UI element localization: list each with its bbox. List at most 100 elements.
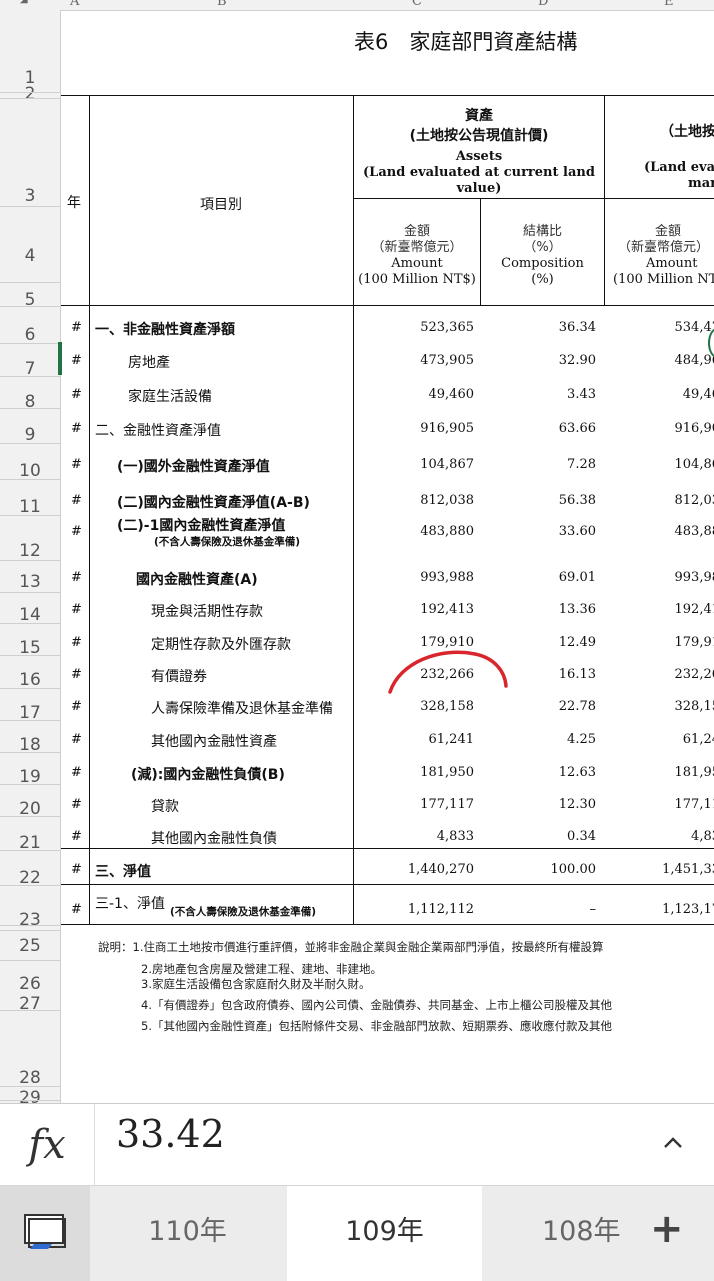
composition-cell[interactable]: 7.28 (481, 457, 596, 472)
e-amount-cell[interactable]: 4,83 (605, 829, 714, 844)
e-amount-cell[interactable]: 61,24 (605, 732, 714, 747)
composition-cell[interactable]: 13.36 (481, 602, 596, 617)
row-mark[interactable]: # (71, 493, 82, 508)
composition-cell[interactable]: – (481, 902, 597, 917)
item-label[interactable]: 家庭生活設備 (128, 386, 212, 406)
item-label[interactable]: (二)國內金融性資產淨值(A-B) (117, 492, 310, 512)
tab-110[interactable]: 110年 (90, 1186, 285, 1281)
e-amount-cell[interactable]: 232,26 (605, 667, 714, 682)
amount-cell[interactable]: 192,413 (354, 602, 474, 617)
row-mark[interactable]: # (71, 902, 82, 917)
row-number[interactable]: 8 (0, 392, 60, 412)
e-amount-cell[interactable]: 104,86 (605, 457, 714, 472)
composition-cell[interactable]: 0.34 (481, 829, 596, 844)
row-number[interactable]: 27 (0, 994, 60, 1014)
row-mark[interactable]: # (71, 829, 82, 844)
composition-cell[interactable]: 36.34 (481, 320, 596, 335)
composition-cell[interactable]: 100.00 (481, 862, 597, 877)
select-all-corner[interactable]: ◢ (20, 0, 28, 5)
row-mark[interactable]: # (71, 320, 82, 335)
row-mark[interactable]: # (71, 699, 82, 714)
composition-cell[interactable]: 4.25 (481, 732, 596, 747)
item-label-note[interactable]: (不含人壽保險及退休基金準備) (170, 904, 316, 919)
row-number[interactable]: 2 (0, 84, 60, 104)
row-mark[interactable]: # (71, 667, 82, 682)
item-label[interactable]: 人壽保險準備及退休基金準備 (151, 698, 333, 718)
item-label[interactable]: 定期性存款及外匯存款 (151, 634, 291, 654)
e-amount-cell[interactable]: 49,46 (605, 387, 714, 402)
e-amount-cell[interactable]: 328,15 (605, 699, 714, 714)
e-amount-cell[interactable]: 812,03 (605, 493, 714, 508)
row-number[interactable]: 4 (0, 246, 60, 266)
composition-cell[interactable]: 63.66 (481, 421, 596, 436)
row-number[interactable]: 10 (0, 461, 60, 481)
item-label[interactable]: 國內金融性資產(A) (136, 569, 258, 589)
amount-cell[interactable]: 812,038 (354, 493, 474, 508)
amount-cell[interactable]: 473,905 (354, 353, 474, 368)
tab-109[interactable]: 109年 (287, 1186, 482, 1281)
row-mark[interactable]: # (71, 353, 82, 368)
row-number[interactable]: 14 (0, 605, 60, 625)
composition-cell[interactable]: 32.90 (481, 353, 596, 368)
formula-bar[interactable]: fx 33.42 (0, 1103, 714, 1186)
item-label[interactable]: 現金與活期性存款 (151, 601, 263, 621)
chevron-up-icon[interactable] (662, 1132, 684, 1154)
column-header-c[interactable]: C (412, 0, 422, 9)
column-header-b[interactable]: B (217, 0, 227, 9)
e-amount-cell[interactable]: 483,88 (605, 524, 714, 539)
amount-cell[interactable]: 993,988 (354, 570, 474, 585)
e-amount-cell[interactable]: 1,451,33 (605, 862, 714, 877)
item-label[interactable]: 其他國內金融性負債 (151, 828, 277, 848)
item-label-note[interactable]: (不含人壽保險及退休基金準備) (154, 534, 300, 549)
amount-cell[interactable]: 916,905 (354, 421, 474, 436)
row-number[interactable]: 13 (0, 572, 60, 592)
composition-cell[interactable]: 33.60 (481, 524, 596, 539)
row-mark[interactable]: # (71, 421, 82, 436)
item-label[interactable]: 貸款 (151, 796, 179, 816)
row-number[interactable]: 5 (0, 290, 60, 310)
row-number[interactable]: 25 (0, 936, 60, 956)
e-amount-cell[interactable]: 534,47 (605, 320, 714, 335)
row-number[interactable]: 3 (0, 186, 60, 206)
e-amount-cell[interactable]: 179,91 (605, 635, 714, 650)
amount-cell[interactable]: 483,880 (354, 524, 474, 539)
amount-cell[interactable]: 61,241 (354, 732, 475, 747)
composition-cell[interactable]: 69.01 (481, 570, 596, 585)
e-amount-cell[interactable]: 484,96 (605, 353, 714, 368)
e-amount-cell[interactable]: 1,123,17 (605, 902, 714, 917)
row-mark[interactable]: # (71, 765, 82, 780)
row-number[interactable]: 6 (0, 325, 60, 345)
row-number[interactable]: 11 (0, 497, 60, 517)
row-number[interactable]: 28 (0, 1068, 60, 1088)
amount-cell[interactable]: 49,460 (354, 387, 475, 402)
item-label[interactable]: 一、非金融性資產淨額 (95, 319, 235, 339)
row-number[interactable]: 9 (0, 425, 60, 445)
amount-cell[interactable]: 181,950 (354, 765, 474, 780)
column-header-d[interactable]: D (538, 0, 548, 9)
row-number[interactable]: 26 (0, 974, 60, 994)
item-label[interactable]: 三-1、淨值 (95, 893, 165, 913)
row-mark[interactable]: # (71, 387, 82, 402)
item-label[interactable]: 房地產 (128, 352, 170, 372)
fx-icon[interactable]: fx (0, 1104, 95, 1186)
amount-cell[interactable]: 1,440,270 (354, 862, 474, 877)
item-label[interactable]: 其他國內金融性資產 (151, 731, 277, 751)
amount-cell[interactable]: 104,867 (354, 457, 474, 472)
sheet-list-button[interactable] (0, 1186, 90, 1281)
row-mark[interactable]: # (71, 524, 82, 539)
spreadsheet-grid[interactable]: ◢ A B C D E 1234567891011121314151617181… (0, 0, 714, 1103)
row-mark[interactable]: # (71, 797, 82, 812)
composition-cell[interactable]: 12.30 (481, 797, 596, 812)
row-mark[interactable]: # (71, 570, 82, 585)
item-label[interactable]: 有價證券 (151, 666, 207, 686)
composition-cell[interactable]: 56.38 (481, 493, 596, 508)
item-label[interactable]: (二)-1國內金融性資產淨值 (117, 515, 285, 535)
row-mark[interactable]: # (71, 732, 82, 747)
column-header-a[interactable]: A (70, 0, 79, 9)
formula-value[interactable]: 33.42 (116, 1112, 225, 1156)
amount-cell[interactable]: 1,112,112 (354, 902, 474, 917)
amount-cell[interactable]: 177,117 (354, 797, 474, 812)
column-header-e[interactable]: E (664, 0, 674, 9)
item-label[interactable]: (一)國外金融性資產淨值 (117, 456, 270, 476)
amount-cell[interactable]: 523,365 (354, 320, 474, 335)
